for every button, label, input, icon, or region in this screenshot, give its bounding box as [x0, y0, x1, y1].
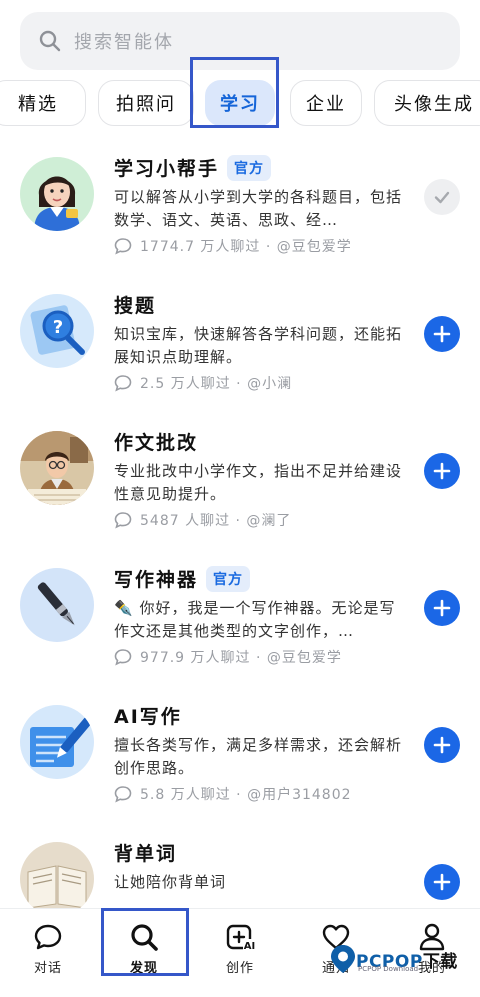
- list-item[interactable]: 作文批改 专业批改中小学作文，指出不足并给建设性意见助提升。 5487 人聊过 …: [0, 414, 480, 551]
- agent-title: 搜题: [114, 295, 157, 317]
- avatar: [20, 705, 94, 779]
- add-agent-button[interactable]: [424, 453, 460, 489]
- title-row: 学习小帮手 官方: [114, 154, 272, 181]
- list-item[interactable]: 写作神器 官方 ✒️ 你好，我是一个写作神器。无论是写作文还是其他类型的文字创作…: [0, 551, 480, 688]
- watermark: PCPOP下载 PCPOP Download: [330, 944, 458, 974]
- plus-icon: [433, 736, 451, 754]
- official-badge: 官方: [227, 154, 272, 181]
- list-item[interactable]: AI写作 擅长各类写作，满足多样需求，还会解析创作思路。 5.8 万人聊过 · …: [0, 688, 480, 825]
- avatar: [20, 157, 94, 231]
- title-row: AI写作: [114, 702, 182, 729]
- nav-chat[interactable]: 对话: [8, 921, 88, 976]
- tab-study[interactable]: 学习: [205, 80, 275, 126]
- chat-bubble-icon: [114, 375, 132, 392]
- list-item[interactable]: 学习小帮手 官方 可以解答从小学到大学的各科题目，包括数学、语文、英语、思政、经…: [0, 140, 480, 277]
- avatar: [20, 431, 94, 505]
- search-placeholder: 搜索智能体: [74, 32, 174, 53]
- create-ai-icon: AI: [226, 924, 256, 952]
- chat-bubble-icon: [114, 786, 132, 803]
- chat-bubble-icon: [114, 238, 132, 255]
- check-icon: [434, 191, 450, 204]
- agent-desc: 知识宝库，快速解答各学科问题，还能拓展知识点助理解。: [114, 325, 402, 366]
- avatar: [20, 842, 94, 916]
- search-icon: [39, 30, 61, 52]
- chat-bubble-icon: [114, 512, 132, 529]
- agent-meta: 5.8 万人聊过 · @用户314802: [114, 784, 352, 804]
- svg-text:AI: AI: [244, 941, 255, 952]
- nav-discover[interactable]: 发现: [104, 921, 184, 976]
- agent-title: 写作神器: [114, 569, 199, 591]
- add-agent-button[interactable]: [424, 590, 460, 626]
- title-row: 作文批改: [114, 428, 198, 455]
- title-row: 搜题: [114, 291, 156, 318]
- add-agent-button[interactable]: [424, 727, 460, 763]
- pcpop-logo-icon: [331, 945, 355, 973]
- svg-text:?: ?: [53, 317, 63, 338]
- agent-desc: ✒️ 你好，我是一个写作神器。无论是写作文还是其他类型的文字创作，…: [114, 599, 396, 640]
- plus-icon: [433, 462, 451, 480]
- agent-desc: 专业批改中小学作文，指出不足并给建设性意见助提升。: [114, 462, 402, 503]
- official-badge: 官方: [206, 565, 251, 592]
- avatar: [20, 568, 94, 642]
- agent-title: 背单词: [114, 843, 178, 865]
- plus-icon: [433, 599, 451, 617]
- search-icon: [131, 924, 158, 951]
- agent-title: AI写作: [114, 706, 182, 728]
- tab-photo-ask[interactable]: 拍照问: [98, 80, 194, 126]
- discover-page: 搜索智能体 精选 拍照问 学习 企业 头像生成 学习小帮手 官方 可以解答从小学…: [0, 0, 480, 997]
- agent-meta: 2.5 万人聊过 · @小澜: [114, 373, 292, 393]
- plus-icon: [433, 873, 451, 891]
- title-row: 背单词: [114, 839, 177, 866]
- agent-desc: 可以解答从小学到大学的各科题目，包括数学、语文、英语、思政、经…: [114, 188, 402, 229]
- nav-create[interactable]: AI 创作: [200, 921, 280, 976]
- chat-bubble-icon: [114, 649, 132, 666]
- agent-meta: 1774.7 万人聊过 · @豆包爱学: [114, 236, 352, 256]
- tab-featured[interactable]: 精选: [0, 80, 86, 126]
- add-agent-button[interactable]: [424, 316, 460, 352]
- added-button[interactable]: [424, 179, 460, 215]
- tab-enterprise[interactable]: 企业: [290, 80, 362, 126]
- add-agent-button[interactable]: [424, 864, 460, 900]
- agent-title: 作文批改: [114, 432, 199, 454]
- category-tabs: 精选 拍照问 学习 企业 头像生成: [0, 80, 480, 128]
- tab-avatar-gen[interactable]: 头像生成: [374, 80, 480, 126]
- chat-icon: [34, 924, 62, 950]
- agent-meta: 977.9 万人聊过 · @豆包爱学: [114, 647, 342, 667]
- list-item[interactable]: ? 搜题 知识宝库，快速解答各学科问题，还能拓展知识点助理解。 2.5 万人聊过…: [0, 277, 480, 414]
- watermark-sub: PCPOP Download: [358, 965, 419, 973]
- plus-icon: [433, 325, 451, 343]
- search-bar[interactable]: 搜索智能体: [20, 12, 460, 70]
- agent-desc: 擅长各类写作，满足多样需求，还会解析创作思路。: [114, 736, 402, 777]
- avatar: ?: [20, 294, 94, 368]
- agent-title: 学习小帮手: [114, 158, 220, 180]
- agent-meta: 5487 人聊过 · @澜了: [114, 510, 291, 530]
- title-row: 写作神器 官方: [114, 565, 251, 592]
